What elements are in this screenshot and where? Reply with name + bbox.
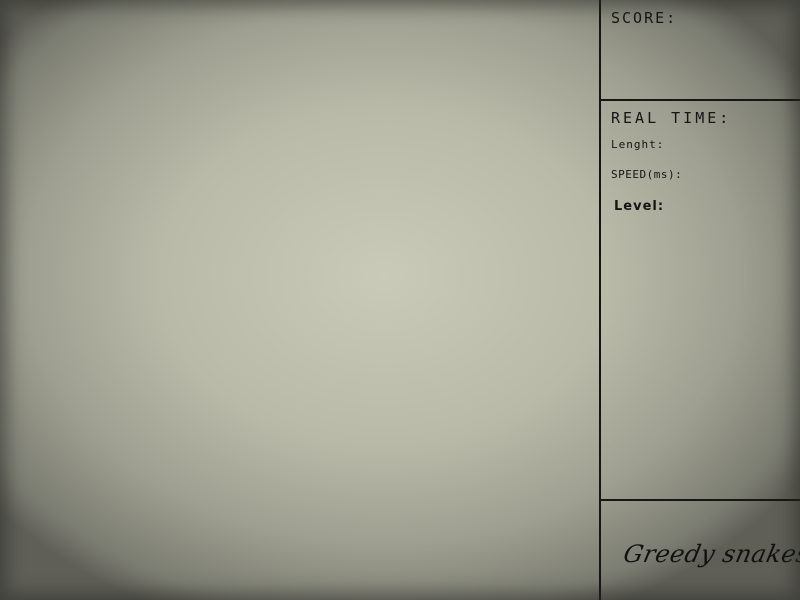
length-label: Lenght: [611,138,665,151]
game-title-logo: Greedy snakes [621,540,800,568]
brand-divider [601,499,800,501]
level-label: Level: [614,199,665,214]
realtime-title: REAL TIME: [611,109,732,127]
game-window: SCORE: REAL TIME: Lenght: SPEED(ms): Lev… [0,0,800,600]
board-divider [599,0,601,600]
score-divider [601,99,800,101]
game-board[interactable] [0,0,599,600]
speed-label: SPEED(ms): [611,168,683,181]
score-label: SCORE: [611,9,678,27]
